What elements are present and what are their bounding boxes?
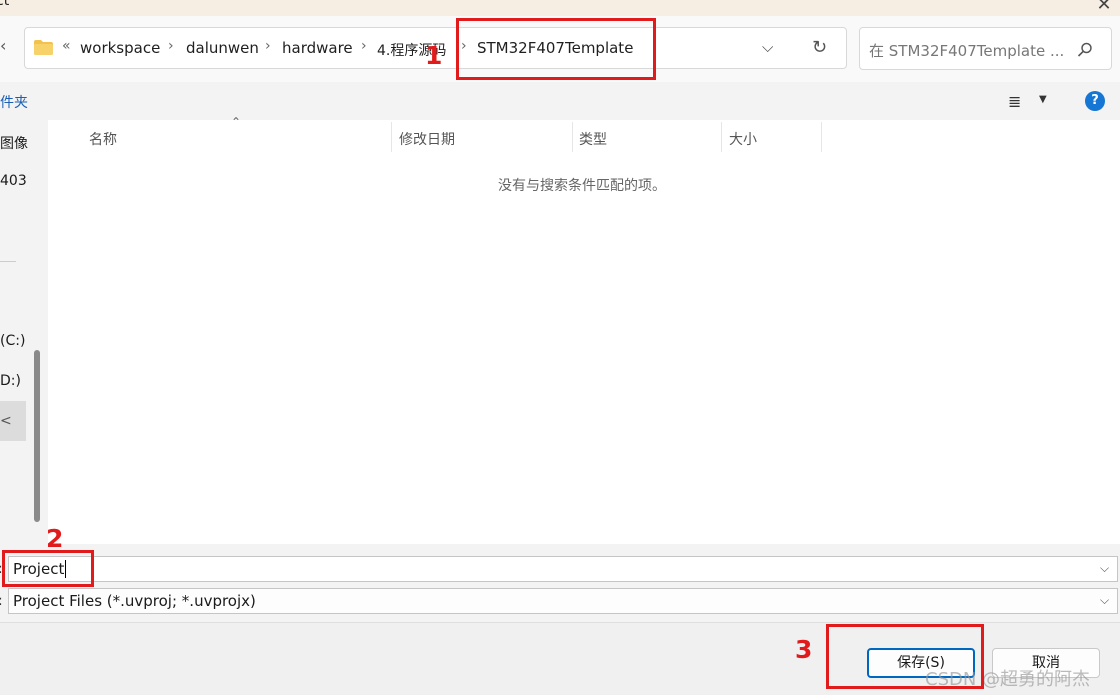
filetype-label: : [0,593,3,609]
breadcrumb-hardware[interactable]: hardware [282,39,353,57]
filename-dropdown-icon[interactable]: ⌵ [1100,561,1109,576]
new-folder-button[interactable]: 件夹 [0,92,28,112]
breadcrumb-workspace[interactable]: workspace [80,39,160,57]
breadcrumb-dalunwen[interactable]: dalunwen [186,39,259,57]
annotation-box-1 [456,18,656,80]
empty-list-message: 没有与搜索条件匹配的项。 [498,178,666,194]
breadcrumb-overflow[interactable]: « [62,38,71,54]
annotation-number-3: 3 [795,635,813,664]
toolbar [0,82,1120,120]
search-icon[interactable] [1077,42,1093,58]
title-bar [0,0,1120,16]
breadcrumb-separator-icon: › [361,38,367,54]
annotation-number-2: 2 [46,524,64,553]
nav-divider [0,261,16,262]
window-title: ct [0,0,10,9]
column-header-size[interactable]: 大小 [729,129,757,149]
column-divider[interactable] [572,122,573,152]
view-dropdown-icon[interactable]: ▼ [1039,94,1047,105]
close-icon[interactable]: ✕ [1092,0,1116,15]
nav-item-403[interactable]: 403 [0,173,27,189]
filetype-dropdown-icon[interactable]: ⌵ [1100,593,1109,608]
nav-item-selected-label: < [0,413,12,429]
search-input[interactable]: 在 STM32F407Template ... [869,40,1074,61]
view-list-icon[interactable]: ≣ [1008,92,1021,111]
column-header-modified[interactable]: 修改日期 [399,129,455,149]
filetype-value[interactable]: Project Files (*.uvproj; *.uvprojx) [13,592,256,610]
column-header-type[interactable]: 类型 [579,129,607,149]
back-chevron-icon[interactable]: ‹ [0,36,6,55]
nav-item-pictures[interactable]: 图像 [0,133,28,153]
filename-input[interactable] [8,556,1118,582]
nav-item-drive-d[interactable]: D:) [0,373,21,389]
sort-ascending-icon: ⌃ [231,115,242,129]
chevron-down-icon[interactable]: ⌵ [762,38,773,56]
annotation-number-1: 1 [425,41,443,70]
refresh-icon[interactable]: ↻ [812,37,827,58]
column-divider[interactable] [391,122,392,152]
folder-icon [34,40,53,55]
annotation-box-3 [826,624,984,689]
column-divider[interactable] [821,122,822,152]
column-divider[interactable] [721,122,722,152]
nav-item-drive-c[interactable]: (C:) [0,333,25,349]
breadcrumb-separator-icon: › [265,38,271,54]
breadcrumb-separator-icon: › [168,38,174,54]
nav-scrollbar[interactable] [34,350,40,522]
annotation-box-2 [2,550,94,587]
column-header-name[interactable]: 名称 [89,129,117,149]
help-icon[interactable]: ? [1085,91,1105,111]
